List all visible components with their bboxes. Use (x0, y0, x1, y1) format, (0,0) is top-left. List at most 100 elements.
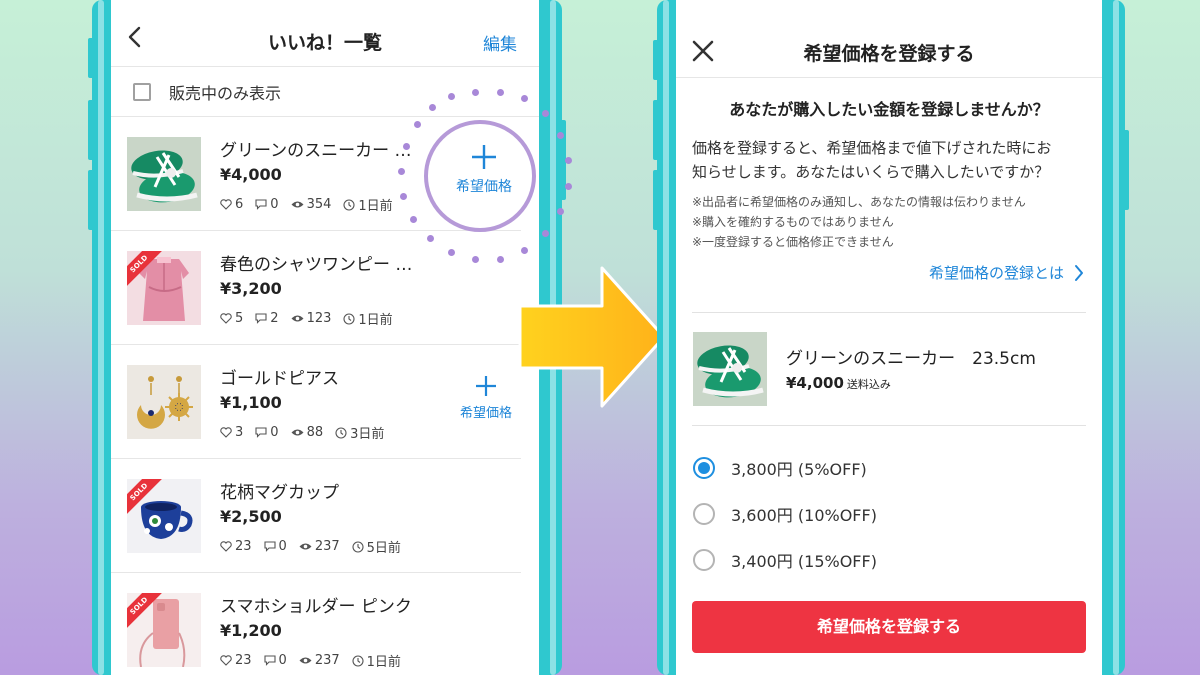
phone-side-button (88, 100, 94, 160)
right-arrow-icon (518, 266, 666, 408)
about-wish-price-link[interactable]: 希望価格の登録とは (929, 262, 1084, 283)
phone-side-button (88, 38, 94, 78)
comment-count: 2 (270, 311, 279, 326)
view-count: 237 (314, 653, 340, 668)
phone-side-button (653, 100, 659, 160)
like-count: 23 (235, 653, 252, 668)
liked-item-row[interactable]: ゴールドピアス ¥1,100 3 0 88 3日前 希望価格 (111, 345, 521, 459)
item-name: グリーンのスニーカー … (220, 141, 412, 161)
note: ※出品者に希望価格のみ通知し、あなたの情報は伝わりません (692, 195, 1026, 209)
product-name: グリーンのスニーカー 23.5cm (786, 349, 1036, 369)
item-thumbnail-gold-earrings (127, 365, 201, 439)
item-stats: 3 0 88 3日前 (220, 423, 384, 442)
wish-price-button-highlighted[interactable]: 希望価格 (438, 144, 530, 196)
item-name: 花柄マグカップ (220, 483, 339, 503)
note: ※購入を確約するものではありません (692, 215, 894, 229)
heart-icon (220, 199, 232, 210)
item-name: 春色のシャツワンピー … (220, 255, 413, 275)
comment-count: 0 (270, 197, 279, 212)
plus-icon (472, 145, 496, 169)
posted-time: 5日前 (366, 541, 401, 556)
heart-icon (220, 655, 232, 666)
radio[interactable] (693, 503, 715, 525)
liked-item-row[interactable]: SOLD 花柄マグカップ ¥2,500 23 0 237 5日前 (111, 459, 521, 573)
wish-price-button[interactable]: 希望価格 (451, 375, 521, 421)
shipping-label: 送料込み (846, 378, 891, 391)
edit-button[interactable]: 編集 (483, 30, 517, 55)
price-option-15-off[interactable]: 3,400円 (15%OFF) (693, 548, 877, 572)
view-count: 237 (314, 539, 340, 554)
register-wish-price-button[interactable]: 希望価格を登録する (692, 601, 1086, 653)
heart-icon (220, 541, 232, 552)
product-thumbnail-green-sneakers (693, 332, 767, 406)
item-price: ¥1,100 (220, 393, 282, 412)
clock-icon (335, 426, 347, 439)
comment-icon (263, 541, 276, 552)
wish-price-label: 希望価格 (456, 179, 512, 195)
item-thumbnail-floral-mug: SOLD (127, 479, 201, 553)
view-count: 354 (306, 197, 332, 212)
on-sale-only-checkbox[interactable] (133, 83, 151, 101)
about-link-label: 希望価格の登録とは (928, 264, 1064, 282)
item-name: スマホショルダー ピンク (220, 597, 412, 617)
eye-icon (291, 201, 304, 208)
eye-icon (299, 543, 312, 550)
item-stats: 23 0 237 5日前 (220, 537, 401, 556)
posted-time: 1日前 (358, 199, 393, 214)
like-count: 6 (235, 197, 244, 212)
clock-icon (352, 654, 364, 667)
item-price: ¥1,200 (220, 621, 282, 640)
radio[interactable] (693, 549, 715, 571)
right-phone-frame: 希望価格を登録する あなたが購入したい金額を登録しませんか？ 価格を登録すると、… (653, 0, 1129, 675)
wish-price-screen: 希望価格を登録する あなたが購入したい金額を登録しませんか？ 価格を登録すると、… (676, 0, 1102, 675)
item-price: ¥3,200 (220, 279, 282, 298)
item-price: ¥4,000 (220, 165, 282, 184)
likes-header: いいね！一覧 編集 (111, 0, 539, 67)
likes-list-screen: いいね！一覧 編集 販売中のみ表示 グリーンのスニーカー … ¥4,000 6 … (111, 0, 539, 675)
price-option-5-off[interactable]: 3,800円 (5%OFF) (693, 456, 867, 480)
comment-count: 0 (278, 539, 287, 554)
eye-icon (299, 657, 312, 664)
like-count: 5 (235, 311, 244, 326)
item-thumbnail-green-sneakers (127, 137, 201, 211)
comment-icon (263, 655, 276, 666)
notes: ※出品者に希望価格のみ通知し、あなたの情報は伝わりません ※購入を確約するもので… (692, 192, 1026, 252)
item-stats: 5 2 123 1日前 (220, 309, 393, 328)
eye-icon (291, 429, 304, 436)
item-name: ゴールドピアス (220, 369, 339, 389)
item-stats: 23 0 237 1日前 (220, 651, 401, 670)
phone-side-button (88, 170, 94, 230)
item-thumbnail-pink-dress: SOLD (127, 251, 201, 325)
price-option-10-off[interactable]: 3,600円 (10%OFF) (693, 502, 877, 526)
note: ※一度登録すると価格修正できません (692, 235, 894, 249)
posted-time: 3日前 (350, 427, 385, 442)
comment-icon (255, 427, 267, 438)
posted-time: 1日前 (358, 313, 393, 328)
filter-label: 販売中のみ表示 (169, 84, 282, 103)
product-price-row: ¥4,000 送料込み (786, 374, 891, 392)
view-count: 88 (306, 425, 324, 440)
item-price: ¥2,500 (220, 507, 282, 526)
item-stats: 6 0 354 1日前 (220, 195, 393, 214)
comment-icon (255, 199, 267, 210)
product-price: ¥4,000 (786, 374, 844, 392)
posted-time: 1日前 (366, 655, 401, 670)
chevron-right-icon (1075, 264, 1083, 281)
view-count: 123 (306, 311, 332, 326)
radio-selected[interactable] (693, 457, 715, 479)
like-count: 23 (235, 539, 252, 554)
phone-side-button (1123, 130, 1129, 210)
liked-item-row[interactable]: SOLD 春色のシャツワンピー … ¥3,200 5 2 123 1日前 (111, 231, 521, 345)
heart-icon (220, 427, 232, 438)
clock-icon (343, 312, 355, 325)
heart-icon (220, 313, 232, 324)
clock-icon (343, 198, 355, 211)
wish-price-label: 希望価格 (459, 406, 512, 421)
liked-item-row[interactable]: SOLD スマホショルダー ピンク ¥1,200 23 0 237 1日前 (111, 573, 521, 675)
wish-price-header: 希望価格を登録する (676, 0, 1102, 78)
comment-icon (255, 313, 267, 324)
like-count: 3 (235, 425, 244, 440)
description: 価格を登録すると、希望価格まで値下げされた時にお 知らせします。あなたはいくらで… (692, 136, 1092, 184)
phone-side-button (653, 40, 659, 80)
page-title: いいね！一覧 (267, 32, 382, 54)
